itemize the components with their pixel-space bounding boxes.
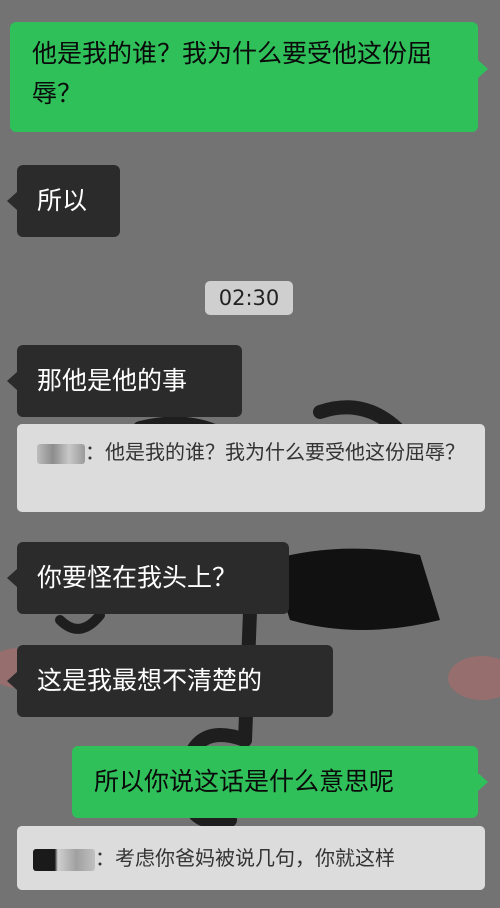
- message-text: 这是我最想不清楚的: [37, 666, 263, 695]
- message-text: 你要怪在我头上？: [37, 563, 238, 592]
- bubble-tail: [478, 60, 488, 78]
- timestamp: 02:30: [205, 281, 293, 315]
- message-sent[interactable]: 所以你说这话是什么意思呢: [72, 746, 478, 818]
- bubble-tail: [7, 372, 17, 390]
- quoted-message[interactable]: ：考虑你爸妈被说几句，你就这样: [17, 826, 485, 890]
- quote-text: 考虑你爸妈被说几句，你就这样: [115, 846, 395, 870]
- redacted-name: [33, 848, 95, 871]
- message-text: 所以: [37, 186, 88, 215]
- message-text: 那他是他的事: [37, 366, 188, 395]
- bubble-tail: [7, 569, 17, 587]
- bubble-tail: [7, 672, 17, 690]
- message-received[interactable]: 这是我最想不清楚的: [17, 645, 333, 717]
- bubble-tail: [478, 773, 488, 791]
- quoted-message[interactable]: ：他是我的谁？我为什么要受他这份屈辱？: [17, 424, 485, 512]
- quote-separator: ：: [85, 440, 105, 464]
- message-received[interactable]: 那他是他的事: [17, 345, 242, 417]
- message-received[interactable]: 所以: [17, 165, 120, 237]
- quote-separator: ：: [95, 846, 115, 870]
- message-text: 他是我的谁？我为什么要受他这份屈辱？: [32, 39, 433, 108]
- quote-text: 他是我的谁？我为什么要受他这份屈辱？: [105, 440, 465, 464]
- message-text: 所以你说这话是什么意思呢: [94, 767, 395, 796]
- bubble-tail: [7, 192, 17, 210]
- message-sent[interactable]: 他是我的谁？我为什么要受他这份屈辱？: [10, 22, 478, 132]
- message-received[interactable]: 你要怪在我头上？: [17, 542, 289, 614]
- redacted-name: [37, 443, 85, 464]
